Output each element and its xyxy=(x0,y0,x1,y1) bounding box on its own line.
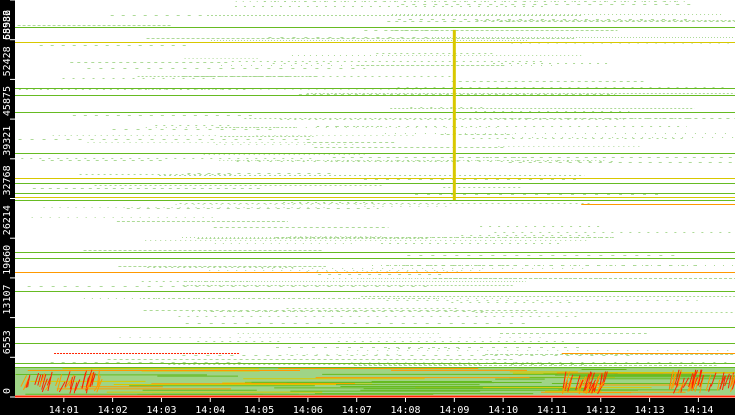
x-tick-label: 14:02 xyxy=(98,405,128,415)
dense-band-layer xyxy=(15,367,735,396)
x-tick-label: 14:05 xyxy=(244,405,274,415)
chart-svg: 0 6553 13107 19660 26214 32768 39321 45875 52428… xyxy=(0,0,735,415)
x-tick-label: 14:13 xyxy=(635,405,665,415)
x-tick-label: 14:14 xyxy=(683,405,713,415)
y-tick-label: 52428 xyxy=(2,46,13,76)
x-tick-label: 14:04 xyxy=(195,405,225,415)
port-activity-chart: 0 6553 13107 19660 26214 32768 39321 45875 52428… xyxy=(0,0,735,415)
x-tick-label: 14:01 xyxy=(49,405,79,415)
y-tick-label: 39321 xyxy=(2,126,13,156)
spike-mark xyxy=(452,29,456,201)
y-tick-label: 19660 xyxy=(2,245,13,275)
y-tick-label: 26214 xyxy=(2,205,13,235)
x-tick-label: 14:06 xyxy=(293,405,323,415)
y-tick-label: 65536 xyxy=(2,10,13,40)
x-tick-label: 14:09 xyxy=(439,405,469,415)
x-tick-label: 14:08 xyxy=(390,405,420,415)
y-tick-label: 13107 xyxy=(2,284,13,314)
x-tick-label: 14:12 xyxy=(586,405,616,415)
y-tick-label: 32768 xyxy=(2,165,13,195)
x-tick-label: 14:07 xyxy=(342,405,372,415)
plot-area xyxy=(15,0,735,398)
x-tick-label: 14:11 xyxy=(537,405,567,415)
y-tick-label: 0 xyxy=(2,388,13,394)
x-tick-label: 14:03 xyxy=(146,405,176,415)
y-tick-label: 6553 xyxy=(2,330,13,354)
x-tick-label: 14:10 xyxy=(488,405,518,415)
y-tick-label: 45875 xyxy=(2,86,13,116)
